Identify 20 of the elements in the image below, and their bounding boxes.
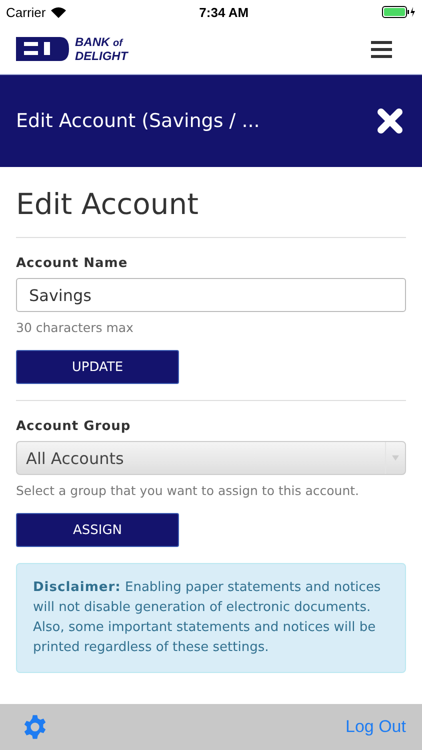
field-label: Account Group (16, 419, 131, 434)
field-hint: Select a group that you want to assign to this account. (16, 483, 360, 498)
bank-logo-icon (16, 37, 69, 61)
banner-title: Edit Account (Savings / ... (16, 110, 260, 132)
account-name-field[interactable]: Savings (16, 278, 406, 312)
account-group-dropdown[interactable]: All Accounts (16, 441, 406, 475)
page-title: Edit Account (16, 187, 200, 221)
brand-name: DELIGHT (75, 50, 128, 62)
close-icon[interactable] (376, 107, 404, 135)
field-label: Account Name (16, 256, 128, 271)
clock-time: 7:34 AM (199, 4, 249, 20)
field-hint: 30 characters max (16, 320, 134, 335)
wifi-icon (50, 6, 66, 18)
menu-icon[interactable] (371, 40, 392, 58)
carrier-name: Carrier (6, 4, 46, 20)
battery-icon (382, 6, 416, 18)
brand-name: BANK of (75, 36, 124, 50)
disclaimer-text: Disclaimer: Enabling paper statements and notices will not disable generation of electronic documents. Also, some important statements and notices will be printed regardless of these settings. (16, 563, 406, 673)
update-button[interactable]: UPDATE (16, 350, 179, 384)
assign-button[interactable]: ASSIGN (16, 513, 179, 547)
